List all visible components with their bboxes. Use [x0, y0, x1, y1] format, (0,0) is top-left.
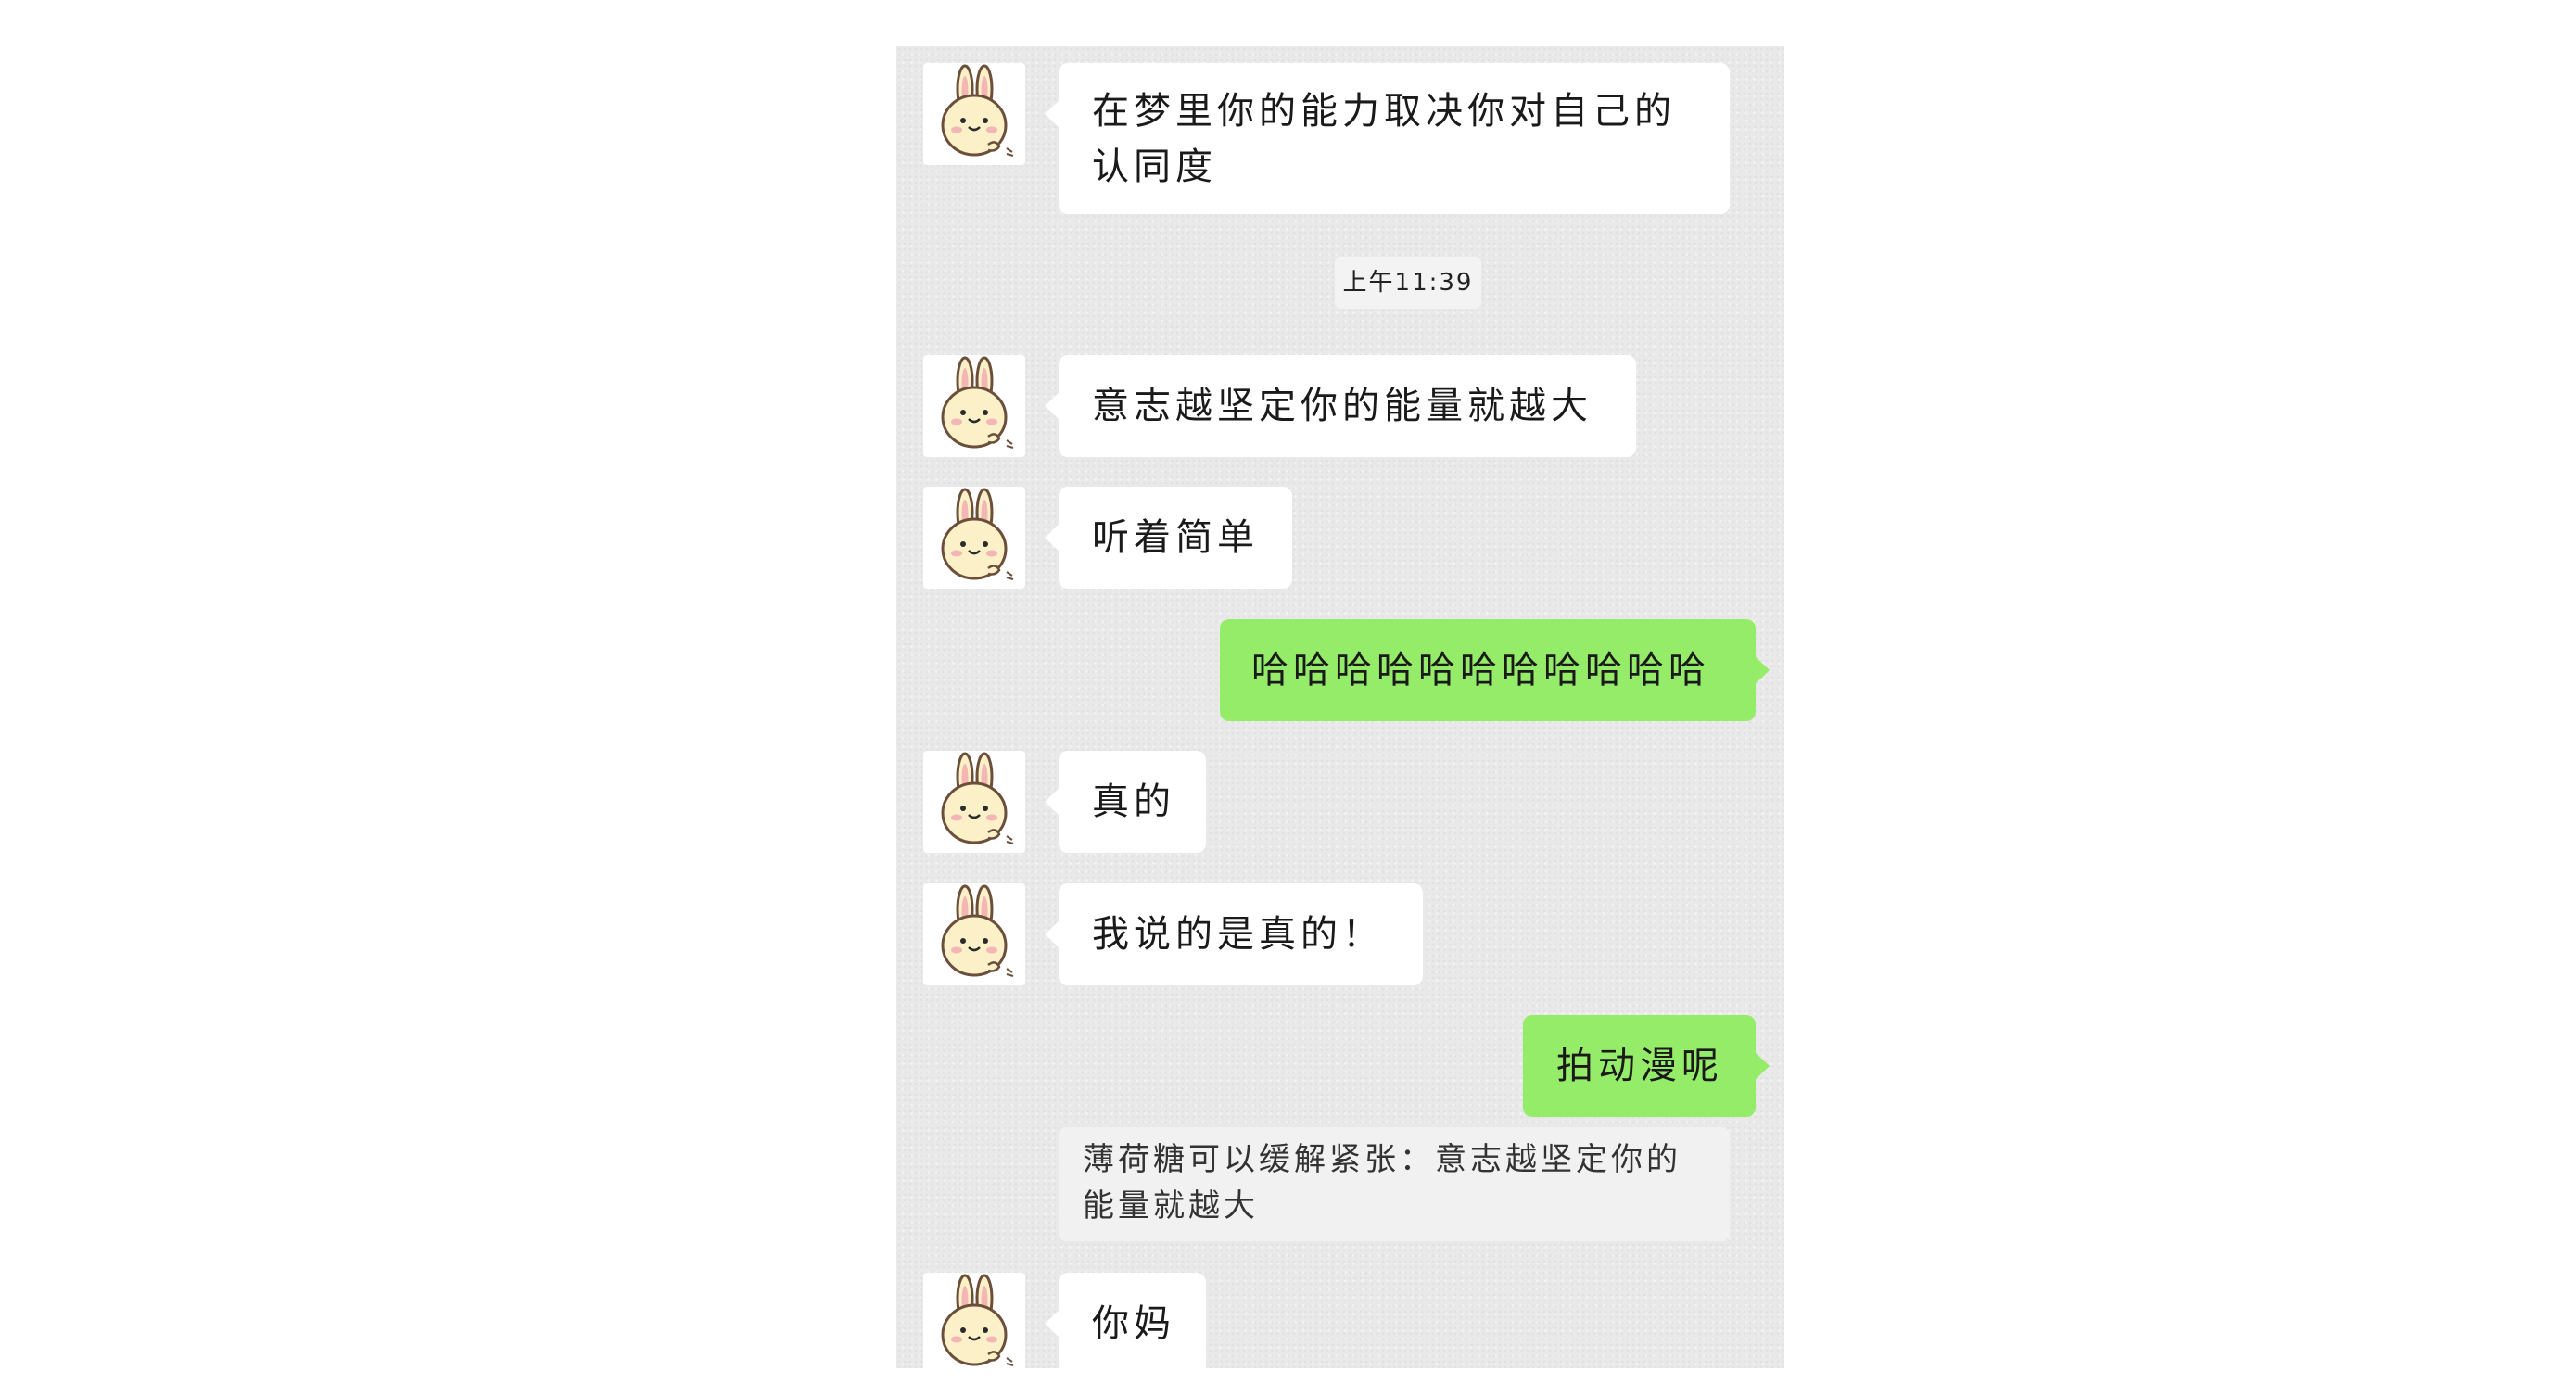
rabbit-avatar-icon	[941, 884, 1014, 977]
contact-avatar[interactable]	[923, 751, 1025, 853]
screenshot-canvas: 在梦里你的能力取决你对自己的认同度 上午11:39 意志越坚定你的能量就越大 听…	[0, 0, 2576, 1396]
timestamp-badge: 上午11:39	[1335, 257, 1481, 309]
message-bubble-incoming[interactable]: 真的	[1045, 751, 1206, 853]
contact-avatar[interactable]	[923, 63, 1025, 165]
message-bubble-incoming[interactable]: 在梦里你的能力取决你对自己的认同度	[1045, 63, 1730, 214]
rabbit-avatar-icon	[941, 1274, 1014, 1366]
message-bubble-incoming[interactable]: 听着简单	[1045, 487, 1292, 589]
message-bubble-incoming[interactable]: 你妈	[1045, 1273, 1206, 1368]
message-text: 你妈	[1092, 1302, 1175, 1345]
message-text: 听着简单	[1092, 516, 1259, 559]
rabbit-avatar-icon	[941, 356, 1014, 449]
chat-window[interactable]: 在梦里你的能力取决你对自己的认同度 上午11:39 意志越坚定你的能量就越大 听…	[896, 46, 1784, 1368]
contact-avatar[interactable]	[923, 355, 1025, 457]
message-bubble-incoming[interactable]: 我说的是真的！	[1045, 883, 1423, 985]
message-bubble-incoming[interactable]: 意志越坚定你的能量就越大	[1045, 355, 1636, 457]
message-text: 意志越坚定你的能量就越大	[1092, 385, 1593, 427]
message-text: 哈哈哈哈哈哈哈哈哈哈哈	[1251, 649, 1710, 692]
quoted-message-text: 薄荷糖可以缓解紧张：意志越坚定你的能量就越大	[1083, 1141, 1681, 1225]
rabbit-avatar-icon	[941, 488, 1014, 580]
message-text: 拍动漫呢	[1556, 1045, 1723, 1087]
contact-avatar[interactable]	[923, 883, 1025, 985]
message-bubble-outgoing[interactable]: 哈哈哈哈哈哈哈哈哈哈哈	[1220, 619, 1770, 721]
message-bubble-outgoing[interactable]: 拍动漫呢	[1523, 1015, 1770, 1117]
message-text: 在梦里你的能力取决你对自己的认同度	[1092, 90, 1676, 188]
message-text: 我说的是真的！	[1092, 913, 1384, 956]
message-text: 真的	[1092, 780, 1175, 823]
rabbit-avatar-icon	[941, 752, 1014, 844]
timestamp-text: 上午11:39	[1342, 269, 1474, 297]
contact-avatar[interactable]	[923, 487, 1025, 589]
rabbit-avatar-icon	[941, 64, 1014, 157]
quoted-message[interactable]: 薄荷糖可以缓解紧张：意志越坚定你的能量就越大	[1059, 1127, 1730, 1241]
contact-avatar[interactable]	[923, 1273, 1025, 1368]
